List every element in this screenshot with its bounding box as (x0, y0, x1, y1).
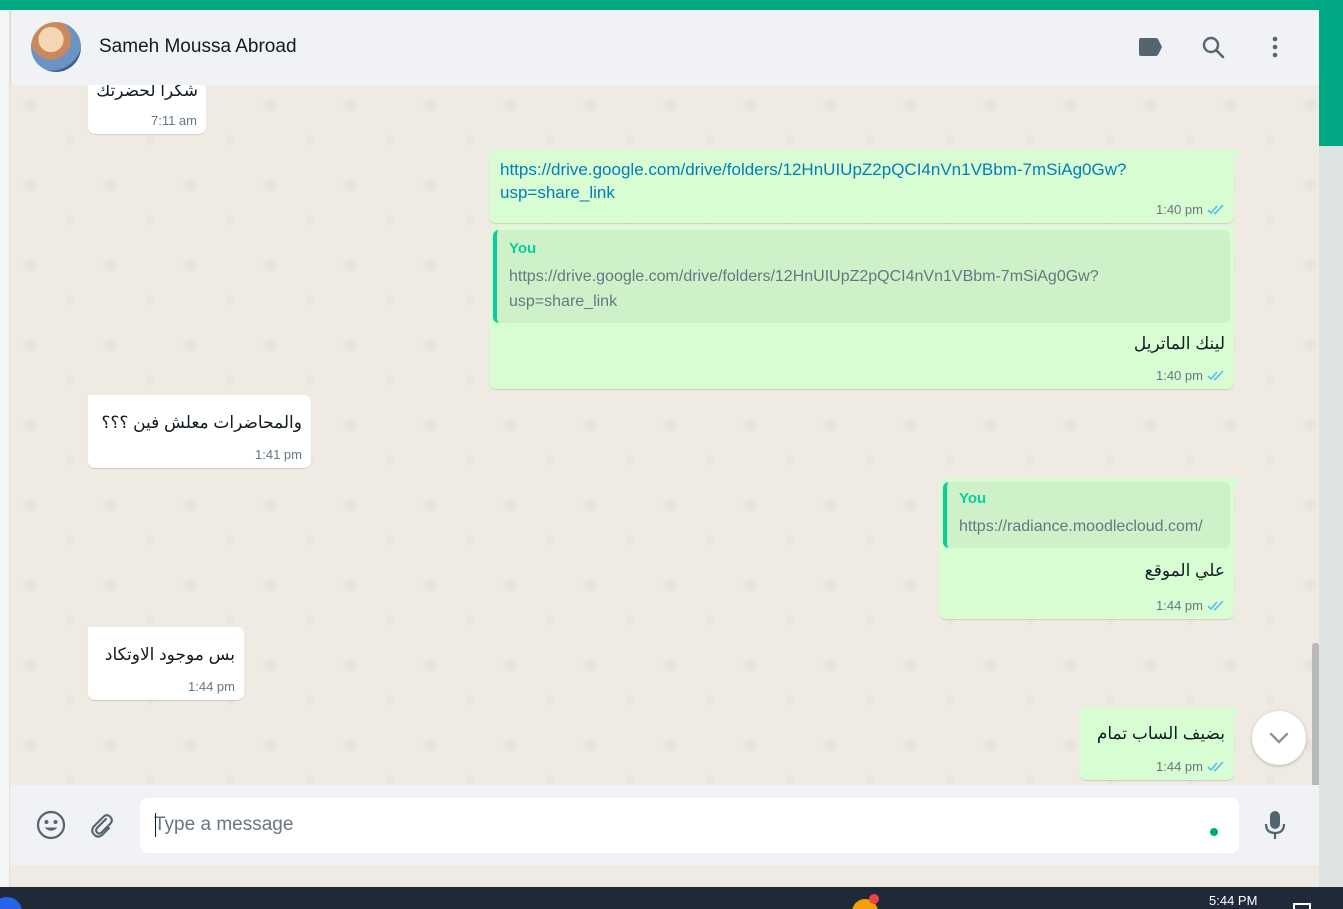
text-caret (155, 813, 156, 837)
message-text: علي الموقع (1144, 561, 1225, 580)
scroll-to-bottom-button[interactable] (1252, 711, 1306, 765)
message-meta: 1:41 pm (255, 447, 302, 462)
message-time: 7:11 am (150, 113, 197, 128)
quoted-message[interactable]: You https://drive.google.com/drive/folde… (493, 230, 1230, 323)
message-text: والمحاضرات معلش فين ؟؟؟ (101, 413, 302, 432)
message-incoming[interactable]: شكرا لحضرتك 7:11 am (88, 85, 206, 134)
right-background (1319, 146, 1343, 887)
weather-badge-icon (869, 894, 879, 904)
attach-icon[interactable] (84, 807, 120, 843)
double-check-icon (1207, 370, 1224, 381)
message-meta: 1:44 pm (1156, 598, 1225, 613)
quote-text: https://drive.google.com/drive/folders/1… (509, 264, 1099, 314)
message-outgoing[interactable]: https://drive.google.com/drive/folders/1… (489, 150, 1242, 223)
quote-author: You (509, 240, 537, 257)
status-dot (1210, 828, 1218, 836)
chevron-down-icon (1269, 732, 1289, 744)
double-check-icon (1207, 204, 1224, 215)
message-time: 1:44 pm (188, 679, 235, 694)
quote-text-line: usp=share_link (509, 293, 618, 310)
taskbar-clock[interactable]: 5:44 PM (1209, 893, 1257, 908)
top-accent-strip (0, 0, 1343, 10)
message-time: 1:44 pm (1156, 598, 1203, 613)
message-incoming[interactable]: بس موجود الاوتكاد 1:44 pm (88, 627, 244, 700)
os-taskbar: 5:44 PM (0, 887, 1343, 909)
quote-text: https://radiance.moodlecloud.com/ (959, 518, 1203, 535)
message-meta: 1:44 pm (188, 679, 235, 694)
bubble-tail (1233, 478, 1242, 487)
message-text: شكرا لحضرتك (96, 85, 198, 100)
avatar[interactable] (31, 22, 81, 72)
message-time: 1:40 pm (1156, 202, 1203, 217)
message-time: 1:44 pm (1156, 759, 1203, 774)
scrollbar-thumb[interactable] (1312, 643, 1319, 785)
message-meta: 7:11 am (151, 113, 197, 128)
double-check-icon (1207, 600, 1224, 611)
message-text: بضيف الساب تمام (1096, 724, 1225, 743)
menu-icon[interactable] (1260, 32, 1290, 62)
quote-text-line: https://drive.google.com/drive/folders/1… (509, 268, 1099, 285)
message-text: بس موجود الاوتكاد (104, 645, 235, 664)
left-panel-edge (0, 10, 10, 887)
message-meta: 1:40 pm (1156, 368, 1225, 383)
message-outgoing[interactable]: You https://drive.google.com/drive/folde… (489, 226, 1234, 389)
search-icon[interactable] (1198, 32, 1228, 62)
double-check-icon (1207, 761, 1224, 772)
chat-header: Sameh Moussa Abroad (10, 10, 1319, 85)
message-time: 1:41 pm (255, 447, 302, 462)
message-text: لينك الماتريل (1133, 334, 1225, 353)
start-icon[interactable] (0, 897, 22, 909)
message-list[interactable]: شكرا لحضرتك 7:11 am https://drive.google… (10, 85, 1319, 785)
message-input[interactable] (154, 810, 1194, 840)
message-time: 1:40 pm (1156, 368, 1203, 383)
quote-author: You (959, 490, 987, 507)
message-input-box[interactable] (140, 798, 1239, 853)
message-link-line: usp=share_link (500, 183, 615, 202)
notification-icon[interactable] (1293, 903, 1311, 909)
message-meta: 1:40 pm (1156, 202, 1225, 217)
mic-icon[interactable] (1257, 807, 1293, 843)
message-outgoing[interactable]: You https://radiance.moodlecloud.com/ عل… (939, 478, 1242, 619)
quoted-message[interactable]: You https://radiance.moodlecloud.com/ (943, 482, 1230, 548)
message-link-line: https://drive.google.com/drive/folders/1… (500, 160, 1127, 179)
label-icon[interactable] (1135, 32, 1165, 62)
bubble-tail (1233, 707, 1242, 716)
emoji-icon[interactable] (33, 807, 69, 843)
message-incoming[interactable]: والمحاضرات معلش فين ؟؟؟ 1:41 pm (88, 395, 311, 468)
message-meta: 1:44 pm (1156, 759, 1225, 774)
right-accent-strip (1319, 0, 1343, 146)
bubble-tail (1233, 150, 1242, 159)
composer-bar (10, 785, 1319, 865)
contact-name[interactable]: Sameh Moussa Abroad (99, 36, 297, 58)
message-outgoing[interactable]: بضيف الساب تمام 1:44 pm (1079, 707, 1242, 780)
message-link[interactable]: https://drive.google.com/drive/folders/1… (500, 158, 1126, 204)
chat-window: Sameh Moussa Abroad شكرا لحضرتك 7:11 am … (0, 10, 1319, 887)
